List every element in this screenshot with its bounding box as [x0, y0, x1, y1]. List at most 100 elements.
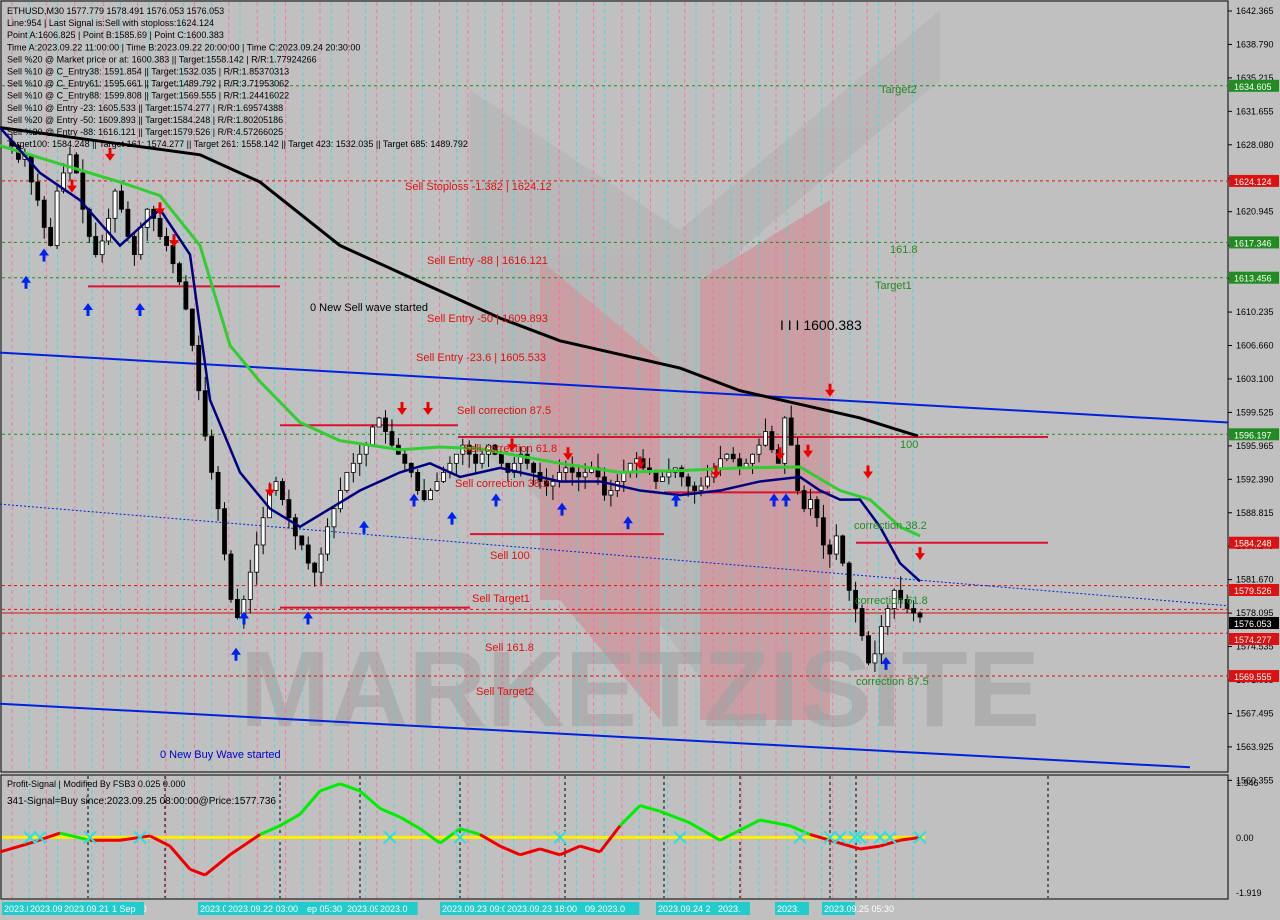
level-label: Sell Stoploss -1.382 | 1624.12 [405, 181, 552, 193]
candle-body [247, 571, 253, 600]
indicator-signal: 341-Signal=Buy since:2023.09.25 08:00:00… [7, 796, 276, 807]
candle-body [254, 544, 260, 573]
candle-body [28, 154, 34, 183]
time-label: 1 Sep [112, 904, 136, 914]
candle-body [576, 471, 582, 478]
header-line: Line:954 | Last Signal is:Sell with stop… [7, 18, 214, 28]
candle-body [99, 240, 105, 256]
time-label: 2023.0 [380, 904, 408, 914]
price-tick-label: 1581.670 [1236, 575, 1274, 585]
indicator-title: Profit-Signal | Modified By FSB3 0.025 0… [7, 779, 185, 789]
candle-body [383, 417, 388, 432]
new-sell-wave-label: 0 New Sell wave started [310, 302, 428, 314]
level-label: Sell Target1 [472, 593, 530, 605]
price-tick-label: 1628.080 [1236, 140, 1274, 150]
level-label: 100 [900, 439, 918, 451]
time-label: 2023.09.25 05:30 [824, 904, 894, 914]
candle-body [312, 562, 318, 573]
candle-body [582, 471, 588, 478]
candle-body [228, 553, 234, 600]
candle-body [846, 562, 852, 591]
header-line: Sell %20 @ Market price or at: 1600.383 … [7, 54, 317, 64]
time-label: 2023.09.24 2 [658, 904, 711, 914]
candle-body [35, 181, 41, 201]
candle-body [196, 344, 202, 392]
candle-body [138, 226, 144, 256]
candle-body [569, 467, 575, 473]
candle-body [131, 236, 137, 256]
candle-body [318, 553, 324, 573]
header-line: Sell %20 @ Entry -88: 1616.121 || Target… [7, 127, 283, 137]
level-label: correction 38.2 [854, 520, 927, 532]
candle-body [441, 471, 446, 482]
candle-body [421, 490, 427, 501]
candle-body [698, 485, 704, 491]
candle-body [840, 535, 846, 564]
time-axis: 2023.02023.09.212023.09.21 07:30:301 Sep… [2, 902, 894, 915]
candle-body [756, 444, 762, 455]
level-label: correction 87.5 [856, 676, 929, 688]
price-tick-label: 1631.655 [1236, 106, 1274, 116]
candle-body [286, 499, 292, 519]
candle-body [389, 431, 395, 446]
candle-body [48, 226, 54, 246]
price-badge-label: 1624.124 [1234, 177, 1272, 187]
candle-body [415, 471, 421, 491]
candle-body [41, 199, 47, 228]
candle-body [273, 481, 279, 491]
candle-body [479, 453, 485, 464]
trading-chart[interactable]: MARKETZISITE Target2 Sell Stoploss -1.382… [0, 0, 1280, 920]
candle-body [338, 490, 343, 510]
candle-body [827, 544, 833, 555]
header-line: Time A:2023.09.22 11:00:00 | Time B:2023… [7, 42, 360, 52]
candle-body [434, 481, 440, 491]
level-label: Sell 161.8 [485, 642, 534, 654]
watermark-text: MARKETZISITE [240, 628, 1040, 749]
candle-body [917, 612, 923, 618]
candle-body [717, 458, 723, 469]
price-badge-label: 1574.277 [1234, 635, 1272, 645]
candle-body [911, 608, 916, 614]
header-line: Target100: 1584.248 || Target 161: 1574.… [7, 139, 468, 149]
candle-body [730, 453, 736, 460]
price-tick-label: 1638.790 [1236, 39, 1274, 49]
price-tick-label: 1563.925 [1236, 742, 1274, 752]
time-label: 2023.09.23 18:00 [507, 904, 577, 914]
candle-body [473, 453, 479, 464]
candle-body [280, 481, 285, 501]
candle-body [602, 476, 607, 496]
candle-body [660, 476, 665, 482]
price-badge-label: 1576.053 [1234, 619, 1272, 629]
candle-body [363, 444, 369, 455]
time-label: ep 05:30 [307, 904, 342, 914]
price-badge-label: 1584.248 [1234, 539, 1272, 549]
price-axis: 1642.3651638.7901635.2151631.6551628.080… [1228, 6, 1279, 785]
candle-body [769, 431, 775, 451]
candle-body [821, 517, 826, 546]
price-badge-label: 1579.526 [1234, 586, 1272, 596]
candle-body [344, 471, 350, 491]
candle-body [234, 599, 240, 618]
price-badge-label: 1613.456 [1234, 274, 1272, 284]
header-line: Sell %10 @ Entry -23: 1605.533 || Target… [7, 103, 283, 113]
level-label: Sell correction 87.5 [457, 405, 551, 417]
candle-body [376, 417, 382, 428]
candle-body [305, 544, 311, 564]
time-label: 2023.09.22 03:00 [228, 904, 298, 914]
candle-body [183, 281, 189, 310]
candle-body [370, 426, 376, 446]
candle-body [215, 471, 221, 510]
candle-body [705, 476, 710, 487]
header-line: Point A:1606.825 | Point B:1585.69 | Poi… [7, 30, 224, 40]
candle-body [859, 608, 865, 637]
time-label: 2023. [718, 904, 741, 914]
candle-body [350, 462, 356, 473]
candle-body [299, 535, 305, 546]
candle-body [177, 263, 182, 283]
time-label: 2023.09.23 09:00 [442, 904, 512, 914]
candle-body [112, 190, 118, 219]
price-tick-label: 1642.365 [1236, 6, 1274, 16]
price-badge-label: 1617.346 [1234, 238, 1272, 248]
candle-body [833, 535, 839, 555]
candle-body [453, 453, 459, 464]
